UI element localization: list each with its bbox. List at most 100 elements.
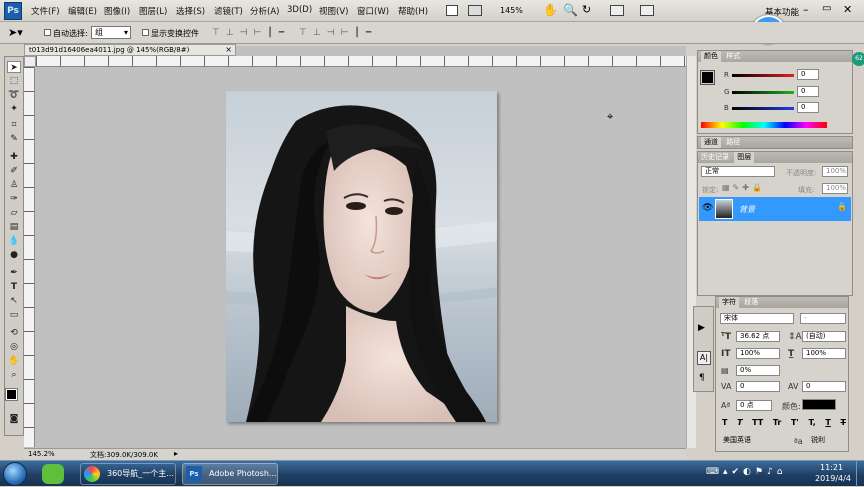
menu-edit[interactable]: 编辑(E) [68, 5, 97, 17]
blue-slider[interactable] [732, 107, 794, 110]
side-badge[interactable]: 62 [852, 52, 864, 66]
fill-field[interactable]: 100% [822, 183, 848, 194]
menu-3d[interactable]: 3D(D) [287, 5, 312, 15]
zoom-tool-icon[interactable]: 🔍 [563, 3, 578, 17]
magic-wand-tool-icon[interactable]: ✦ [7, 103, 21, 115]
3d-rotate-tool-icon[interactable]: ⟲ [7, 327, 21, 339]
screen-mode-icon[interactable] [468, 5, 482, 16]
zoom-dropdown[interactable]: 145% [500, 6, 523, 15]
taskbar-photoshop-button[interactable]: Adobe Photosh... Ps [182, 463, 278, 485]
start-button-icon[interactable] [3, 462, 27, 486]
vertical-scale-field[interactable]: 100% [736, 348, 780, 359]
zoom-tool-icon[interactable]: ⌕ [7, 369, 21, 381]
status-arrow-icon[interactable]: ▸ [174, 449, 178, 458]
maximize-button[interactable]: ▭ [822, 3, 831, 14]
leading-field[interactable]: (自动) [802, 331, 846, 342]
style-smallcaps-button[interactable]: Tr [773, 418, 782, 428]
red-slider[interactable] [732, 74, 794, 77]
align-buttons[interactable]: ⊤⊥⊣⊢┃━ ⊤⊥⊣⊢┃━ [212, 28, 392, 38]
blend-mode-dropdown[interactable]: 正常 [701, 166, 775, 177]
arrange-documents-icon[interactable] [610, 5, 624, 16]
blur-tool-icon[interactable]: 💧 [7, 235, 21, 247]
hand-tool-icon[interactable]: ✋ [543, 3, 558, 17]
foreground-color-swatch[interactable] [5, 388, 18, 401]
tab-character[interactable]: 字符 [719, 297, 739, 308]
style-subscript-button[interactable]: T, [808, 418, 815, 428]
show-transform-checkbox[interactable] [142, 29, 149, 36]
eraser-tool-icon[interactable]: ▱ [7, 207, 21, 219]
green-slider[interactable] [732, 91, 794, 94]
dock-icon-1[interactable]: ▶ [698, 323, 705, 333]
zoom-status[interactable]: 145.2% [28, 450, 55, 458]
clock-time[interactable]: 11:21 [820, 463, 843, 472]
menu-filter[interactable]: 滤镜(T) [214, 5, 243, 17]
rotate-view-icon[interactable]: ↻ [582, 3, 591, 16]
document-tab[interactable]: t013d91d16406ea4011.jpg @ 145%(RGB/8#) × [24, 44, 236, 56]
tab-layers[interactable]: 图层 [734, 152, 755, 163]
style-italic-button[interactable]: T [737, 418, 742, 428]
wechat-icon[interactable] [42, 464, 64, 484]
font-size-field[interactable]: 36.62 点 [736, 331, 780, 342]
taskbar-browser-button[interactable]: 360导航_一个主... [80, 463, 176, 485]
menu-layer[interactable]: 图层(L) [139, 5, 167, 17]
paragraph-panel-icon[interactable]: ¶ [699, 373, 705, 383]
shape-tool-icon[interactable]: ▭ [7, 309, 21, 321]
eyedropper-tool-icon[interactable]: ✎ [7, 133, 21, 145]
color-spectrum-bar[interactable] [701, 122, 827, 128]
show-desktop-button[interactable] [856, 461, 864, 487]
screen-mode-dropdown-icon[interactable] [640, 5, 654, 16]
clone-stamp-tool-icon[interactable]: ♙ [7, 179, 21, 191]
close-button[interactable]: ✕ [843, 3, 852, 16]
3d-orbit-tool-icon[interactable]: ◎ [7, 341, 21, 353]
text-color-swatch[interactable] [802, 399, 836, 410]
document-photo[interactable] [226, 91, 497, 422]
style-underline-button[interactable]: T [825, 418, 830, 428]
type-tool-icon[interactable]: T [7, 281, 21, 293]
style-allcaps-button[interactable]: TT [752, 418, 763, 428]
green-value[interactable]: 0 [797, 86, 819, 97]
tab-styles[interactable]: 样式 [723, 52, 740, 60]
character-panel-icon[interactable]: A| [697, 351, 711, 365]
pen-tool-icon[interactable]: ✒ [7, 267, 21, 279]
move-tool-icon[interactable]: ➤ [7, 61, 21, 73]
tab-color[interactable]: 颜色 [701, 51, 721, 62]
kerning-field[interactable]: 0 [736, 381, 780, 392]
style-strikethrough-button[interactable]: T [840, 418, 845, 428]
quick-mask-icon[interactable]: ◙ [7, 413, 21, 425]
visibility-eye-icon[interactable]: 👁 [702, 203, 713, 213]
tab-history[interactable]: 历史记录 [701, 153, 732, 161]
lasso-tool-icon[interactable]: ➰ [7, 89, 21, 101]
minimize-button[interactable]: – [803, 3, 809, 16]
auto-select-dropdown[interactable]: 组 ▾ [91, 26, 131, 39]
opacity-field[interactable]: 100% [822, 166, 848, 177]
history-brush-tool-icon[interactable]: ✑ [7, 193, 21, 205]
blue-value[interactable]: 0 [797, 102, 819, 113]
layer-row-background[interactable]: 👁 背景 🔒 [699, 197, 851, 221]
dodge-tool-icon[interactable]: ● [7, 249, 21, 261]
path-selection-tool-icon[interactable]: ↖ [7, 295, 21, 307]
language-dropdown[interactable]: 美国英语 [720, 436, 788, 447]
menu-help[interactable]: 帮助(H) [398, 5, 428, 17]
clock-date[interactable]: 2019/4/4 [815, 474, 851, 483]
horizontal-scale-field[interactable]: 100% [802, 348, 846, 359]
style-bold-button[interactable]: T [722, 418, 727, 428]
baseline-percent-field[interactable]: 0% [736, 365, 780, 376]
auto-select-checkbox[interactable] [44, 29, 51, 36]
layer-name[interactable]: 背景 [739, 204, 755, 215]
hand-tool-icon[interactable]: ✋ [7, 355, 21, 367]
red-value[interactable]: 0 [797, 69, 819, 80]
move-tool-preset-icon[interactable]: ➤▾ [8, 26, 23, 39]
layout-icon[interactable] [446, 5, 458, 16]
menu-image[interactable]: 图像(I) [104, 5, 130, 17]
healing-brush-tool-icon[interactable]: ✚ [7, 151, 21, 163]
brush-tool-icon[interactable]: ✐ [7, 165, 21, 177]
tab-paragraph[interactable]: 段落 [741, 298, 758, 306]
menu-file[interactable]: 文件(F) [31, 5, 60, 17]
gradient-tool-icon[interactable]: ▤ [7, 221, 21, 233]
menu-analysis[interactable]: 分析(A) [250, 5, 279, 17]
foreground-color-chip[interactable] [700, 70, 715, 85]
system-tray-icons[interactable]: ⌨▴✔◐⚑♪⌂ [706, 467, 796, 481]
menu-window[interactable]: 窗口(W) [357, 5, 389, 17]
menu-view[interactable]: 视图(V) [319, 5, 348, 17]
antialias-dropdown[interactable]: 锐利 [808, 436, 846, 447]
